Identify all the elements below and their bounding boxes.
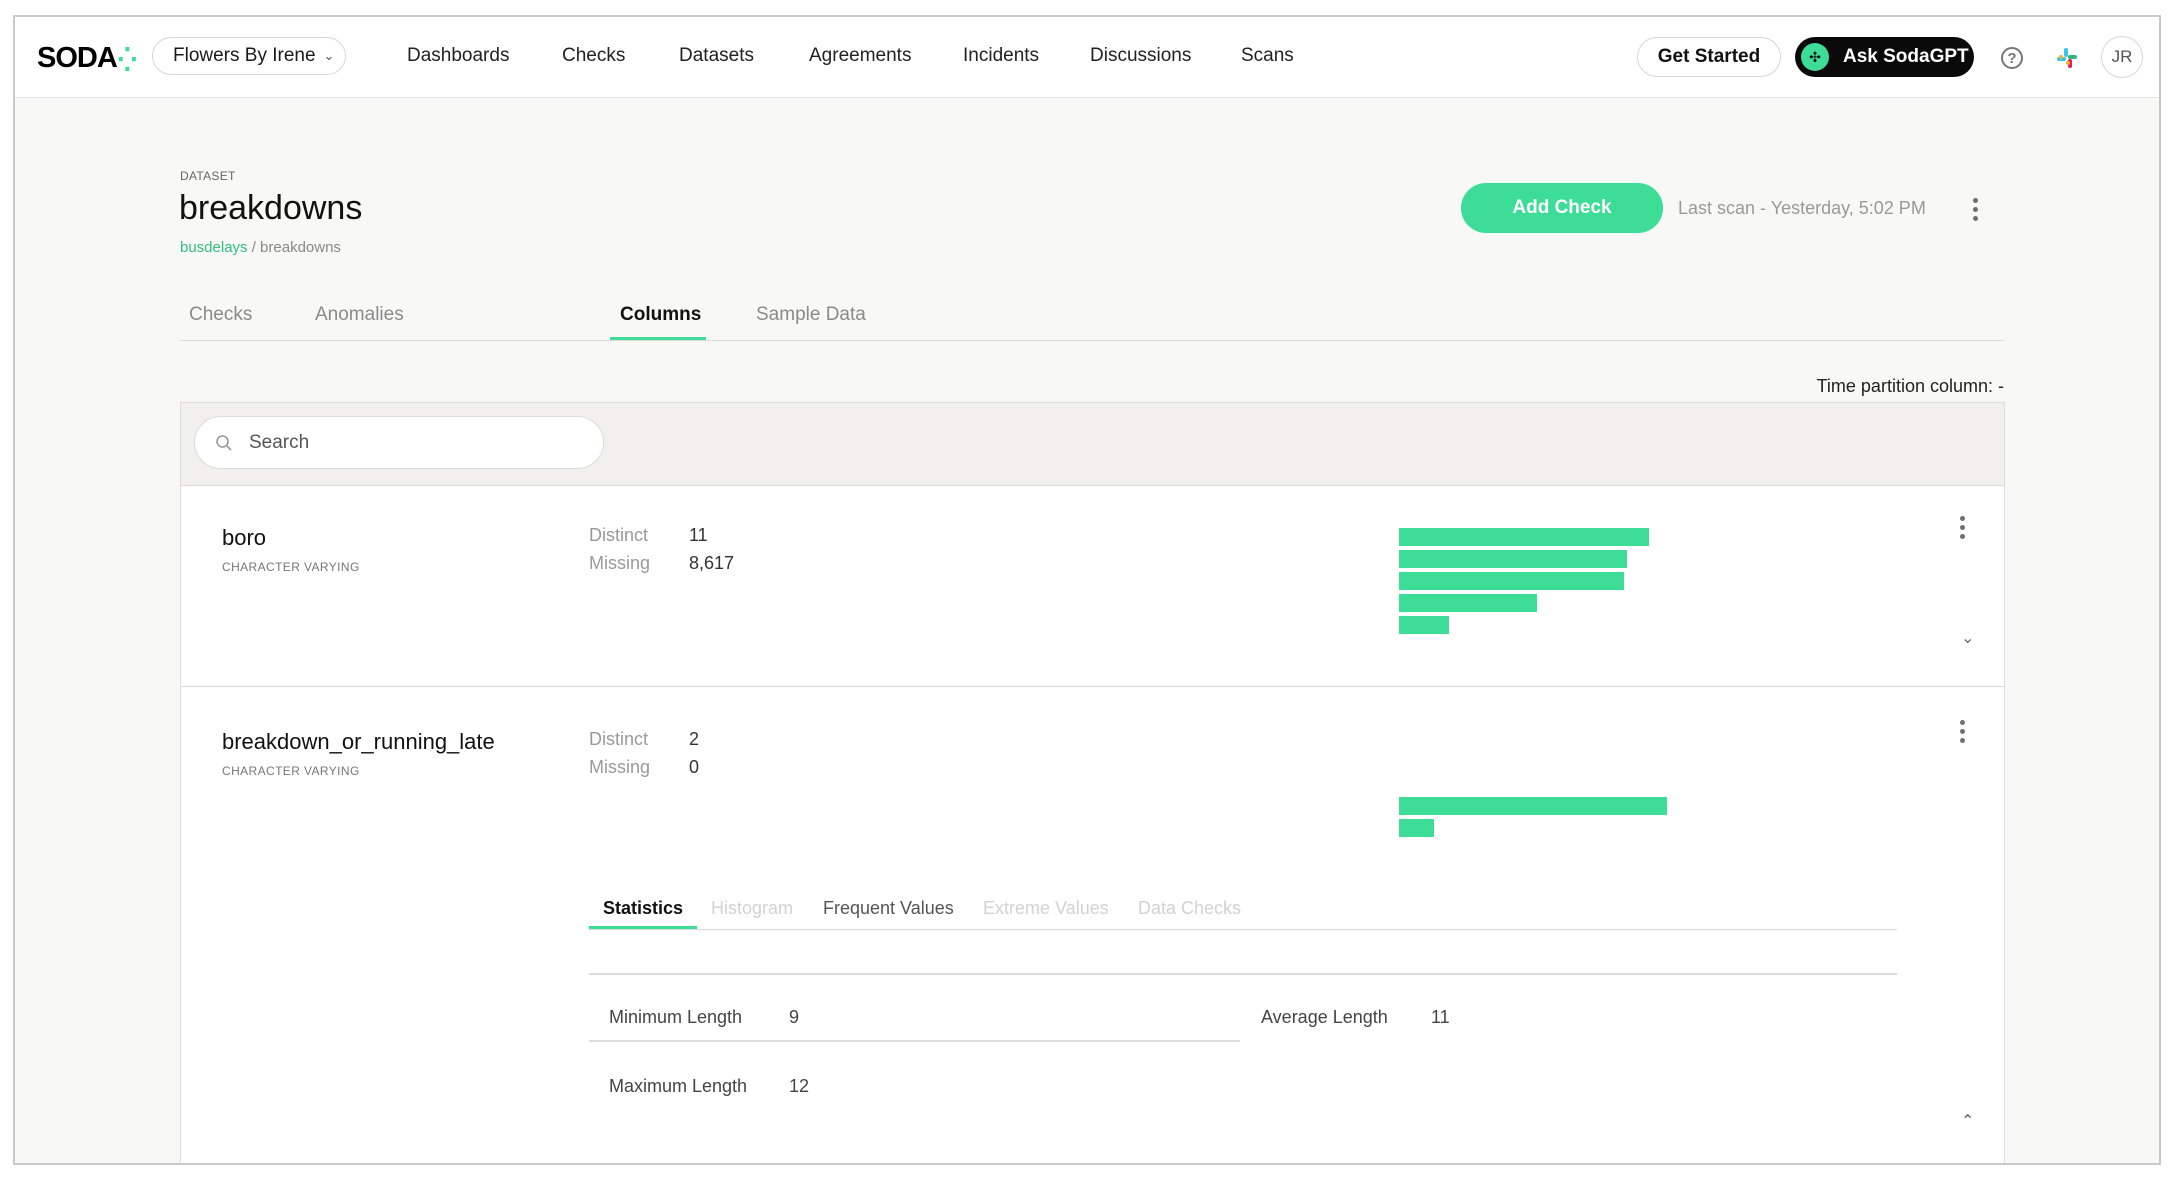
frequency-bar — [1399, 616, 1449, 634]
column-detail-tabs: Statistics Histogram Frequent Values Ext… — [589, 881, 1897, 930]
max-length-value: 12 — [789, 1076, 810, 1096]
ask-sodagpt-label: Ask SodaGPT — [1843, 46, 1969, 67]
slack-icon[interactable] — [2055, 46, 2079, 70]
subtab-extreme-values: Extreme Values — [983, 898, 1109, 918]
nav-agreements[interactable]: Agreements — [809, 45, 911, 67]
missing-value: 8,617 — [689, 553, 735, 573]
column-row[interactable]: breakdown_or_running_late CHARACTER VARY… — [181, 686, 2004, 1163]
distinct-value: 2 — [689, 729, 700, 749]
page-title: breakdowns — [179, 189, 363, 227]
get-started-button[interactable]: Get Started — [1637, 37, 1781, 77]
distinct-value: 11 — [689, 525, 708, 545]
nav-checks[interactable]: Checks — [562, 45, 625, 67]
nav-datasets[interactable]: Datasets — [679, 45, 754, 67]
more-options-icon[interactable] — [1973, 198, 1979, 225]
distinct-label: Distinct — [589, 525, 649, 545]
frequency-bar — [1399, 528, 1649, 546]
distinct-label: Distinct — [589, 729, 649, 749]
org-switcher[interactable]: Flowers By Irene ⌄ — [152, 37, 346, 75]
chevron-down-icon: ⌄ — [323, 48, 335, 63]
column-type: CHARACTER VARYING — [222, 764, 360, 778]
search-placeholder: Search — [249, 431, 310, 453]
tab-sample-data[interactable]: Sample Data — [756, 304, 866, 326]
last-scan-text: Last scan - Yesterday, 5:02 PM — [1678, 198, 1926, 218]
help-icon[interactable]: ? — [2001, 47, 2023, 69]
divider — [589, 973, 1897, 975]
tab-columns[interactable]: Columns — [620, 304, 701, 326]
chevron-up-icon[interactable]: ⌃ — [1961, 1111, 1974, 1131]
nav-dashboards[interactable]: Dashboards — [407, 45, 509, 67]
columns-toolbar: Search — [181, 403, 2004, 486]
search-icon — [216, 434, 232, 451]
add-check-button[interactable]: Add Check — [1461, 183, 1663, 233]
subtab-data-checks: Data Checks — [1138, 898, 1242, 918]
avg-length-label: Average Length — [1261, 1007, 1388, 1027]
nav-discussions[interactable]: Discussions — [1090, 45, 1191, 67]
dataset-label: DATASET — [180, 169, 236, 183]
subtab-frequent-values[interactable]: Frequent Values — [823, 898, 954, 919]
chevron-down-icon[interactable]: ⌄ — [1961, 628, 1974, 648]
soda-logo[interactable]: SODA⁛ — [37, 42, 137, 75]
top-nav: SODA⁛ Flowers By Irene ⌄ Dashboards Chec… — [15, 17, 2159, 98]
subtab-histogram: Histogram — [711, 898, 794, 918]
column-name: boro — [222, 525, 267, 550]
active-tab-indicator — [610, 337, 706, 340]
frequency-bar — [1399, 594, 1537, 612]
user-avatar[interactable]: JR — [2101, 36, 2143, 78]
column-more-options-icon[interactable] — [1960, 720, 1966, 747]
column-row[interactable]: boro CHARACTER VARYING Distinct 11 Missi… — [181, 485, 2004, 687]
frequency-bar — [1399, 572, 1624, 590]
missing-label: Missing — [589, 553, 651, 573]
subtab-statistics[interactable]: Statistics — [603, 898, 683, 919]
column-more-options-icon[interactable] — [1960, 516, 1966, 543]
frequency-bar — [1399, 550, 1627, 568]
search-input[interactable]: Search — [194, 416, 604, 469]
frequency-bar — [1399, 819, 1434, 837]
column-type: CHARACTER VARYING — [222, 560, 360, 574]
ask-sodagpt-button[interactable]: ✣ Ask SodaGPT — [1795, 37, 1974, 77]
columns-panel: Search boro CHARACTER VARYING Distinct 1… — [180, 402, 2005, 1163]
min-length-value: 9 — [789, 1007, 800, 1027]
app-window: SODA⁛ Flowers By Irene ⌄ Dashboards Chec… — [13, 15, 2161, 1165]
tab-checks[interactable]: Checks — [189, 304, 252, 326]
org-name: Flowers By Irene — [173, 45, 316, 66]
min-length-label: Minimum Length — [609, 1007, 743, 1027]
time-partition-column: Time partition column: - — [1816, 376, 2004, 396]
nav-incidents[interactable]: Incidents — [963, 45, 1039, 67]
missing-value: 0 — [689, 757, 700, 777]
sodagpt-icon: ✣ — [1801, 43, 1829, 71]
dataset-tabs: Checks Anomalies Columns Sample Data — [180, 290, 2004, 341]
avg-length-value: 11 — [1431, 1007, 1450, 1027]
nav-scans[interactable]: Scans — [1241, 45, 1294, 67]
missing-label: Missing — [589, 757, 651, 777]
tab-anomalies[interactable]: Anomalies — [315, 304, 404, 326]
frequency-bar — [1399, 797, 1667, 815]
divider — [589, 1040, 1240, 1042]
max-length-label: Maximum Length — [609, 1076, 748, 1096]
breadcrumb: busdelays / breakdowns — [180, 239, 341, 256]
breadcrumb-link[interactable]: busdelays — [180, 239, 248, 256]
active-subtab-indicator — [589, 926, 697, 929]
column-name: breakdown_or_running_late — [222, 729, 495, 754]
breadcrumb-current: / breakdowns — [247, 239, 341, 256]
